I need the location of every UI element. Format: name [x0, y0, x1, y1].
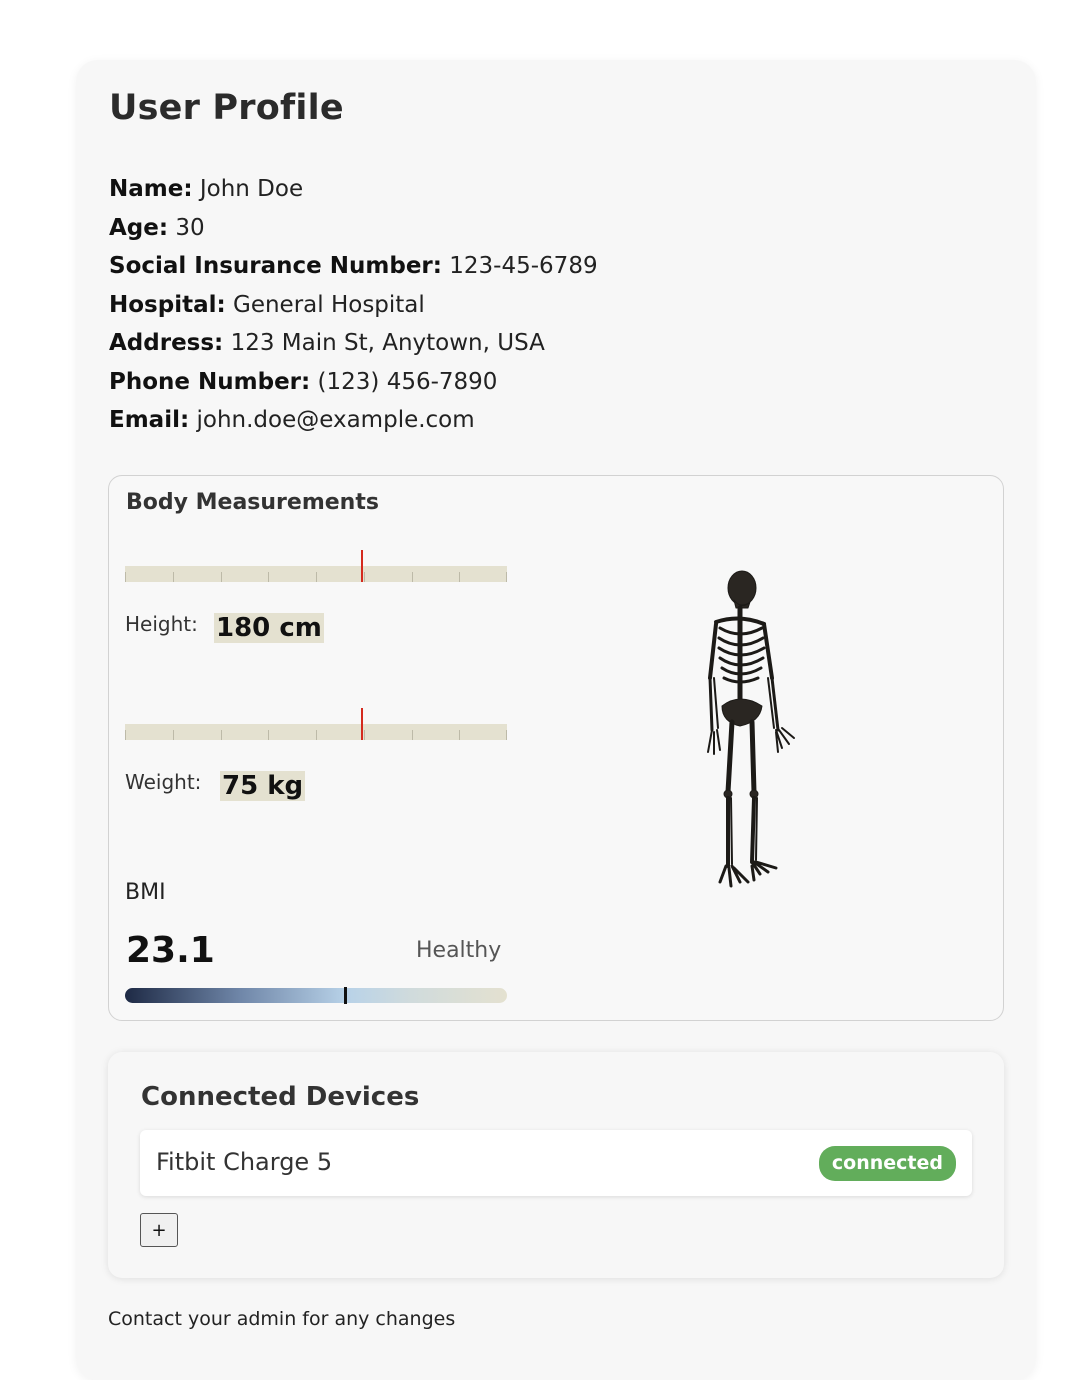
ruler-tick	[268, 730, 269, 740]
height-value: 180 cm	[214, 613, 324, 643]
ruler-tick	[364, 572, 365, 582]
profile-info: Name: John Doe Age: 30 Social Insurance …	[109, 170, 598, 440]
info-value: John Doe	[199, 176, 304, 202]
ruler-tick	[412, 730, 413, 740]
ruler-tick	[316, 572, 317, 582]
weight-marker[interactable]	[361, 708, 363, 740]
height-ruler[interactable]	[125, 550, 507, 582]
footer-note: Contact your admin for any changes	[108, 1308, 456, 1330]
bmi-status: Healthy	[416, 938, 502, 963]
info-label: Age:	[109, 214, 169, 241]
info-row-sin: Social Insurance Number: 123-45-6789	[109, 247, 598, 286]
add-device-button[interactable]: +	[140, 1213, 178, 1247]
ruler-tick	[125, 572, 126, 582]
weight-value: 75 kg	[220, 771, 306, 801]
ruler-tick	[125, 730, 126, 740]
body-measurements-title: Body Measurements	[126, 490, 379, 515]
info-label: Email:	[109, 407, 190, 433]
connected-devices-title: Connected Devices	[141, 1082, 420, 1112]
info-value: 30	[175, 214, 205, 241]
ruler-tick	[316, 730, 317, 740]
device-name: Fitbit Charge 5	[156, 1148, 333, 1176]
bmi-marker	[344, 987, 347, 1004]
info-value: (123) 456-7890	[317, 368, 498, 395]
ruler-tick	[506, 730, 507, 740]
page-title: User Profile	[109, 88, 344, 128]
ruler-tick	[173, 572, 174, 582]
info-value: 123 Main St, Anytown, USA	[230, 330, 545, 356]
ruler-tick	[459, 730, 460, 740]
ruler-tick	[221, 730, 222, 740]
device-item[interactable]: Fitbit Charge 5 connected	[140, 1130, 972, 1196]
ruler-tick	[268, 572, 269, 582]
info-label: Address:	[109, 330, 224, 356]
info-value: 123-45-6789	[449, 253, 598, 279]
info-label: Name:	[109, 176, 193, 202]
weight-label: Weight:	[125, 770, 202, 794]
bmi-scale-bar	[125, 987, 507, 1004]
bmi-value: 23.1	[126, 930, 215, 971]
body-measurements-panel	[108, 475, 1004, 1021]
info-label: Social Insurance Number:	[109, 253, 442, 279]
ruler-tick	[364, 730, 365, 740]
info-row-email: Email: john.doe@example.com	[109, 401, 598, 440]
info-label: Phone Number:	[109, 368, 311, 395]
info-row-address: Address: 123 Main St, Anytown, USA	[109, 324, 598, 363]
ruler-tick	[221, 572, 222, 582]
skeleton-icon	[707, 570, 795, 888]
bmi-label: BMI	[125, 880, 166, 905]
info-label: Hospital:	[109, 291, 226, 318]
status-badge: connected	[818, 1146, 956, 1181]
weight-ruler[interactable]	[125, 708, 507, 740]
height-marker[interactable]	[361, 550, 363, 582]
info-row-name: Name: John Doe	[109, 170, 598, 209]
ruler-tick	[173, 730, 174, 740]
info-row-phone: Phone Number: (123) 456-7890	[109, 363, 598, 402]
info-value: john.doe@example.com	[196, 407, 475, 433]
ruler-tick	[412, 572, 413, 582]
info-value: General Hospital	[233, 291, 425, 318]
height-label: Height:	[125, 612, 198, 636]
info-row-hospital: Hospital: General Hospital	[109, 286, 598, 325]
ruler-tick	[459, 572, 460, 582]
ruler-tick	[506, 572, 507, 582]
info-row-age: Age: 30	[109, 209, 598, 248]
